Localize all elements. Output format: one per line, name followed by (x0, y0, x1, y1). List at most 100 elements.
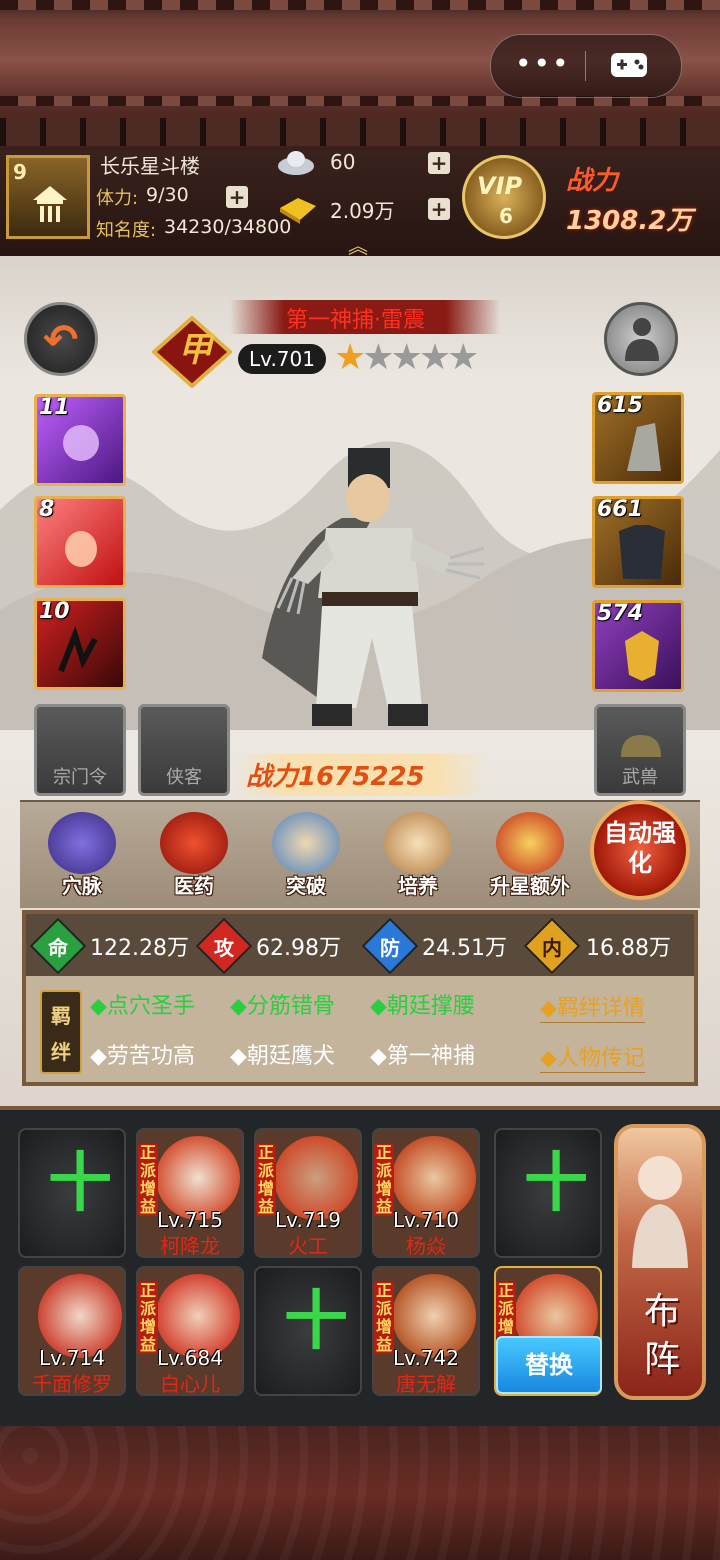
equip-slot-accessory[interactable]: 574 (592, 600, 684, 692)
skill-slot-1[interactable]: 11 (34, 394, 126, 486)
silver-ingot-icon (278, 151, 314, 175)
palm-icon (65, 531, 97, 567)
fist-icon (63, 425, 99, 461)
lineup-hero-card[interactable]: 正派增益 Lv.715 柯降龙 (136, 1128, 244, 1258)
lineup-hero-card[interactable]: 正派增益 Lv.684 白心儿 (136, 1266, 244, 1396)
hero-card-level: Lv.714 (39, 1346, 105, 1370)
top-power-label: 战力 (566, 166, 619, 196)
bond-inactive: ◆朝廷鹰犬 (230, 1044, 335, 1069)
auto-strengthen-label: 自动强化 (604, 819, 676, 877)
lineup-empty-slot[interactable]: 十 (494, 1128, 602, 1258)
hero-card-level: Lv.719 (275, 1208, 341, 1232)
player-avatar[interactable]: 9 (6, 155, 90, 239)
func-meridian[interactable]: 穴脉 (40, 808, 124, 904)
stamina-value: 9/30 (146, 184, 189, 206)
stamina-label: 体力: (96, 188, 139, 209)
func-label: 升星额外 (490, 874, 570, 898)
breakthrough-icon (272, 812, 340, 874)
medicine-icon (160, 812, 228, 874)
add-gold-button[interactable]: + (428, 198, 450, 220)
lineup-hero-card[interactable]: 正派增益 Lv.742 唐无解 (372, 1266, 480, 1396)
func-label: 医药 (174, 874, 214, 898)
vip-badge[interactable]: VIP 6 (462, 155, 546, 239)
hero-character (262, 448, 485, 726)
bottom-decoration (0, 1426, 720, 1560)
more-button[interactable]: ••• (515, 49, 571, 79)
hero-stars: ★★★★★ (334, 337, 479, 378)
hero-card-name: 千面修罗 (32, 1372, 112, 1396)
equip-level: 661 (597, 497, 643, 522)
faction-buff-tag: 正派增益 (374, 1143, 394, 1216)
companion-slot[interactable]: 侠客 (138, 704, 230, 796)
hero-level: Lv.701 (238, 344, 326, 374)
bond-inactive: ◆第一神捕 (370, 1044, 475, 1069)
bond-active: ◆朝廷撑腰 (370, 994, 475, 1019)
hero-card-level: Lv.710 (393, 1208, 459, 1232)
top-power-value: 1308.2万 (566, 206, 693, 236)
defense-value: 24.51万 (422, 936, 507, 961)
hero-card-name: 唐无解 (396, 1372, 456, 1396)
func-cultivate[interactable]: 培养 (376, 808, 460, 904)
equip-slot-gauntlet[interactable]: 615 (592, 392, 684, 484)
sect-token-slot[interactable]: 宗门令 (34, 704, 126, 796)
formation-button[interactable]: 布阵 (614, 1124, 706, 1400)
func-star-up[interactable]: 升星额外 (488, 808, 572, 904)
lineup-hero-card[interactable]: 正派增益 Lv.719 火工 (254, 1128, 362, 1258)
star-filled-icon: ★ (334, 337, 366, 378)
hero-statue-button[interactable] (604, 302, 678, 376)
add-stamina-button[interactable]: + (226, 186, 248, 208)
equip-slot-armor[interactable]: 661 (592, 496, 684, 588)
formation-art (632, 1156, 688, 1268)
pavilion-icon (33, 186, 67, 222)
slot-label: 侠客 (166, 767, 202, 788)
hero-card-name: 白心儿 (160, 1372, 220, 1396)
auto-strengthen-button[interactable]: 自动强化 (590, 800, 690, 900)
slot-label: 宗门令 (53, 767, 107, 788)
inner-key: 内 (542, 936, 562, 960)
biography-link[interactable]: ◆人物传记 (540, 1040, 645, 1073)
lineup-empty-slot[interactable]: 十 (18, 1128, 126, 1258)
func-label: 穴脉 (62, 874, 102, 898)
hero-card-level: Lv.742 (393, 1346, 459, 1370)
lineup-empty-slot[interactable]: 十 (254, 1266, 362, 1396)
hero-card-name: 火工 (288, 1234, 328, 1258)
add-hero-icon: 十 (524, 1147, 588, 1221)
hero-card-name: 杨焱 (406, 1234, 446, 1258)
add-hero-icon: 十 (284, 1285, 348, 1359)
faction-buff-tag: 正派增 (496, 1281, 516, 1336)
hp-key: 命 (48, 936, 68, 960)
back-button[interactable]: ↶ (24, 302, 98, 376)
bond-inactive: ◆劳苦功高 (90, 1044, 195, 1069)
equip-level: 574 (597, 601, 643, 626)
skill-slot-2[interactable]: 8 (34, 496, 126, 588)
equip-level: 615 (597, 393, 643, 418)
player-name: 长乐星斗楼 (100, 154, 200, 178)
hero-card-level: Lv.684 (157, 1346, 223, 1370)
amulet-icon (625, 631, 659, 681)
attack-key: 攻 (214, 936, 234, 960)
meridian-icon (48, 812, 116, 874)
defense-key: 防 (380, 936, 400, 960)
player-level: 9 (13, 160, 27, 184)
armor-icon (619, 525, 665, 579)
lineup-hero-card[interactable]: 正派增益 Lv.710 杨焱 (372, 1128, 480, 1258)
func-breakthrough[interactable]: 突破 (264, 808, 348, 904)
skill-slot-3[interactable]: 10 (34, 598, 126, 690)
lineup-hero-card[interactable]: Lv.714 千面修罗 (18, 1266, 126, 1396)
func-medicine[interactable]: 医药 (152, 808, 236, 904)
hp-value: 122.28万 (90, 936, 189, 961)
weapon-beast-slot[interactable]: 武兽 (594, 704, 686, 796)
attack-value: 62.98万 (256, 936, 341, 961)
add-silver-button[interactable]: + (428, 152, 450, 174)
faction-buff-tag: 正派增益 (256, 1143, 276, 1216)
hero-title-banner: 第一神捕·雷震 (230, 300, 500, 334)
replace-button[interactable]: 替换 (496, 1336, 602, 1394)
gamepad-icon[interactable] (609, 49, 649, 81)
add-hero-icon: 十 (48, 1147, 112, 1221)
bond-detail-link[interactable]: ◆羁绊详情 (540, 990, 645, 1023)
cultivate-icon (384, 812, 452, 874)
expand-chevron-icon[interactable]: ︽ (348, 230, 368, 259)
beast-icon (621, 735, 661, 757)
gold-amount: 2.09万 (330, 199, 395, 223)
inner-value: 16.88万 (586, 936, 671, 961)
